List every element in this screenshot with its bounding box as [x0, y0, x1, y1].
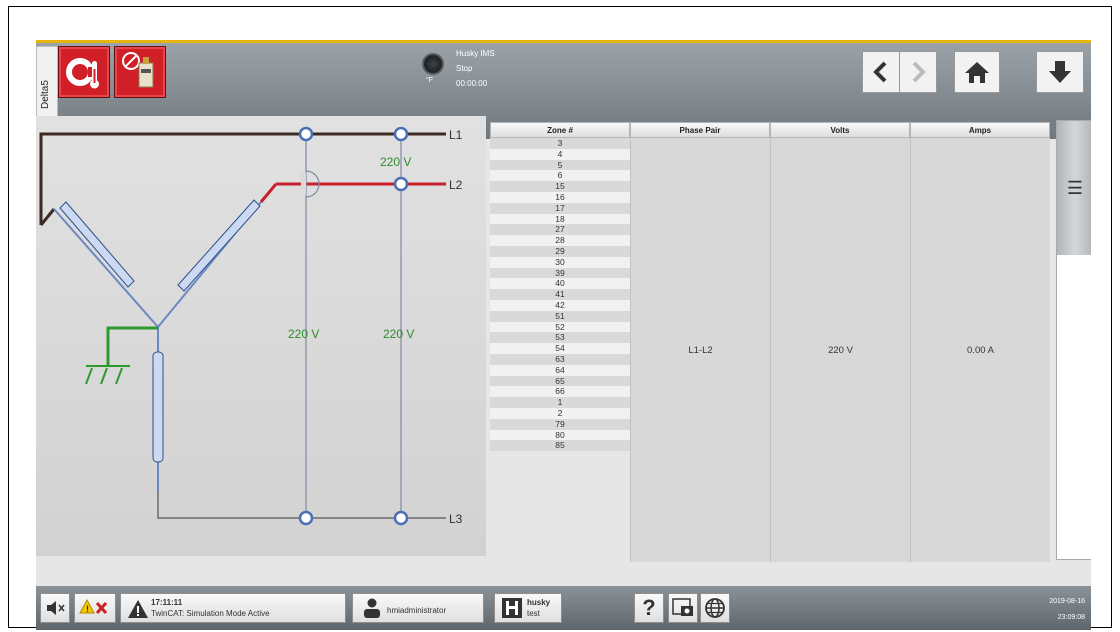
table-row[interactable]: 5 — [490, 159, 630, 171]
current-time: 23:09:08 — [1057, 614, 1085, 621]
table-row[interactable]: 2 — [490, 407, 630, 419]
line-label-l1: L1 — [449, 128, 463, 142]
status-timer: 00:00:00 — [456, 79, 488, 88]
table-row[interactable]: 15 — [490, 181, 630, 192]
back-icon — [873, 61, 887, 83]
table-header: Zone # Phase Pair Volts Amps — [490, 122, 1050, 138]
wiring-diagram: L1 L2 L3 220 V 220 V 220 V — [36, 116, 486, 556]
alarm-banner[interactable]: 17:11:11 TwinCAT: Simulation Mode Active — [120, 593, 346, 623]
forward-icon — [912, 61, 926, 83]
zone-column: 3 4 5 6 15 16 17 18 27 28 29 30 39 40 41 42 51 52 53 54 63 64… — [490, 138, 630, 562]
table-row[interactable]: 17 — [490, 202, 630, 214]
volts-cell: 220 V — [770, 138, 910, 562]
current-date: 2019-08-16 — [1049, 598, 1085, 605]
zone-table: Zone # Phase Pair Volts Amps 3 4 5 6 15 16 17 1… — [490, 122, 1050, 562]
wye-diagram-svg: L1 L2 L3 220 V 220 V 220 V — [39, 126, 463, 526]
husky-logo-icon — [502, 598, 522, 618]
table-row[interactable]: 79 — [490, 418, 630, 430]
forward-button[interactable] — [899, 51, 937, 93]
bottom-bar: ! 17:11:11 TwinCAT: Simulation Mode Acti… — [36, 586, 1091, 630]
globe-icon — [705, 598, 725, 618]
table-row[interactable]: 1 — [490, 397, 630, 408]
column-header-amps[interactable]: Amps — [910, 122, 1050, 138]
table-row[interactable]: 85 — [490, 440, 630, 452]
table-row[interactable]: 39 — [490, 267, 630, 279]
temperature-unit: °F — [426, 77, 434, 84]
screenshot-button[interactable] — [668, 593, 698, 623]
download-icon — [1049, 61, 1071, 83]
device-disabled-button[interactable] — [114, 46, 166, 98]
delta5-tab[interactable]: Delta5 — [36, 46, 58, 118]
table-row[interactable]: 52 — [490, 321, 630, 333]
home-button[interactable] — [954, 51, 1000, 93]
download-button[interactable] — [1036, 51, 1084, 93]
clear-alarm-button[interactable]: ! — [74, 593, 116, 623]
screenshot-icon — [672, 598, 693, 616]
user-icon — [364, 598, 380, 618]
table-row[interactable]: 30 — [490, 256, 630, 268]
temperature-knob-icon — [422, 53, 444, 75]
table-row[interactable]: 18 — [490, 213, 630, 225]
date-time: 2019-08-16 23:09:08 — [1049, 594, 1085, 626]
svg-text:!: ! — [86, 604, 89, 614]
temperature-alarm-button[interactable] — [58, 46, 110, 98]
device-disabled-icon — [122, 52, 154, 88]
language-button[interactable] — [700, 593, 730, 623]
column-header-zone[interactable]: Zone # — [490, 122, 630, 138]
table-row[interactable]: 40 — [490, 278, 630, 290]
warning-icon — [128, 600, 148, 618]
table-row[interactable]: 54 — [490, 343, 630, 354]
table-row[interactable]: 64 — [490, 364, 630, 376]
delta5-tab-label: Delta5 — [40, 80, 51, 109]
husky-button[interactable]: husky test — [494, 593, 562, 623]
table-row[interactable]: 42 — [490, 299, 630, 311]
help-button[interactable]: ? — [634, 593, 664, 623]
table-row[interactable]: 65 — [490, 375, 630, 387]
mute-button[interactable] — [40, 593, 70, 623]
line-label-l2: L2 — [449, 178, 463, 192]
column-header-volts[interactable]: Volts — [770, 122, 910, 138]
table-row[interactable]: 4 — [490, 148, 630, 160]
temperature-alarm-icon — [66, 58, 99, 89]
brand-name: husky — [527, 598, 551, 607]
voltage-l1-l2: 220 V — [380, 155, 411, 169]
phase-pair-cell: L1-L2 — [630, 138, 770, 562]
back-button[interactable] — [862, 51, 900, 93]
voltage-l1-l3: 220 V — [288, 327, 319, 341]
table-row[interactable]: 27 — [490, 224, 630, 236]
voltage-l2-l3: 220 V — [383, 327, 414, 341]
table-row[interactable]: 66 — [490, 386, 630, 398]
table-row[interactable]: 29 — [490, 245, 630, 257]
status-title: Husky IMS — [456, 49, 495, 58]
user-button[interactable]: hmiadministrator — [352, 593, 484, 623]
status-state: Stop — [456, 64, 473, 73]
table-row[interactable]: 53 — [490, 332, 630, 344]
line-label-l3: L3 — [449, 512, 463, 526]
brand-sub: test — [527, 609, 540, 618]
menu-scrollbar[interactable]: ☰ — [1056, 120, 1091, 560]
table-row[interactable]: 3 — [490, 138, 630, 149]
alarm-message: TwinCAT: Simulation Mode Active — [151, 609, 270, 618]
table-row[interactable]: 41 — [490, 289, 630, 300]
column-header-phase-pair[interactable]: Phase Pair — [630, 122, 770, 138]
table-row[interactable]: 16 — [490, 191, 630, 203]
user-name: hmiadministrator — [387, 606, 447, 615]
menu-icon[interactable]: ☰ — [1057, 121, 1091, 255]
mute-icon — [47, 601, 65, 615]
table-row[interactable]: 63 — [490, 353, 630, 365]
table-row[interactable]: 80 — [490, 429, 630, 441]
table-row[interactable]: 28 — [490, 235, 630, 246]
table-row[interactable]: 6 — [490, 170, 630, 182]
home-icon — [965, 62, 989, 83]
machine-status: Husky IMS Stop 00:00:00 — [456, 46, 495, 91]
amps-cell: 0.00 A — [910, 138, 1050, 562]
warning-clear-icon: ! — [79, 598, 108, 615]
table-row[interactable]: 51 — [490, 310, 630, 322]
alarm-time: 17:11:11 — [151, 598, 183, 607]
hmi-screen: Delta5 °F Husky IMS Stop 00:00:00 L1 L2 … — [36, 40, 1091, 630]
